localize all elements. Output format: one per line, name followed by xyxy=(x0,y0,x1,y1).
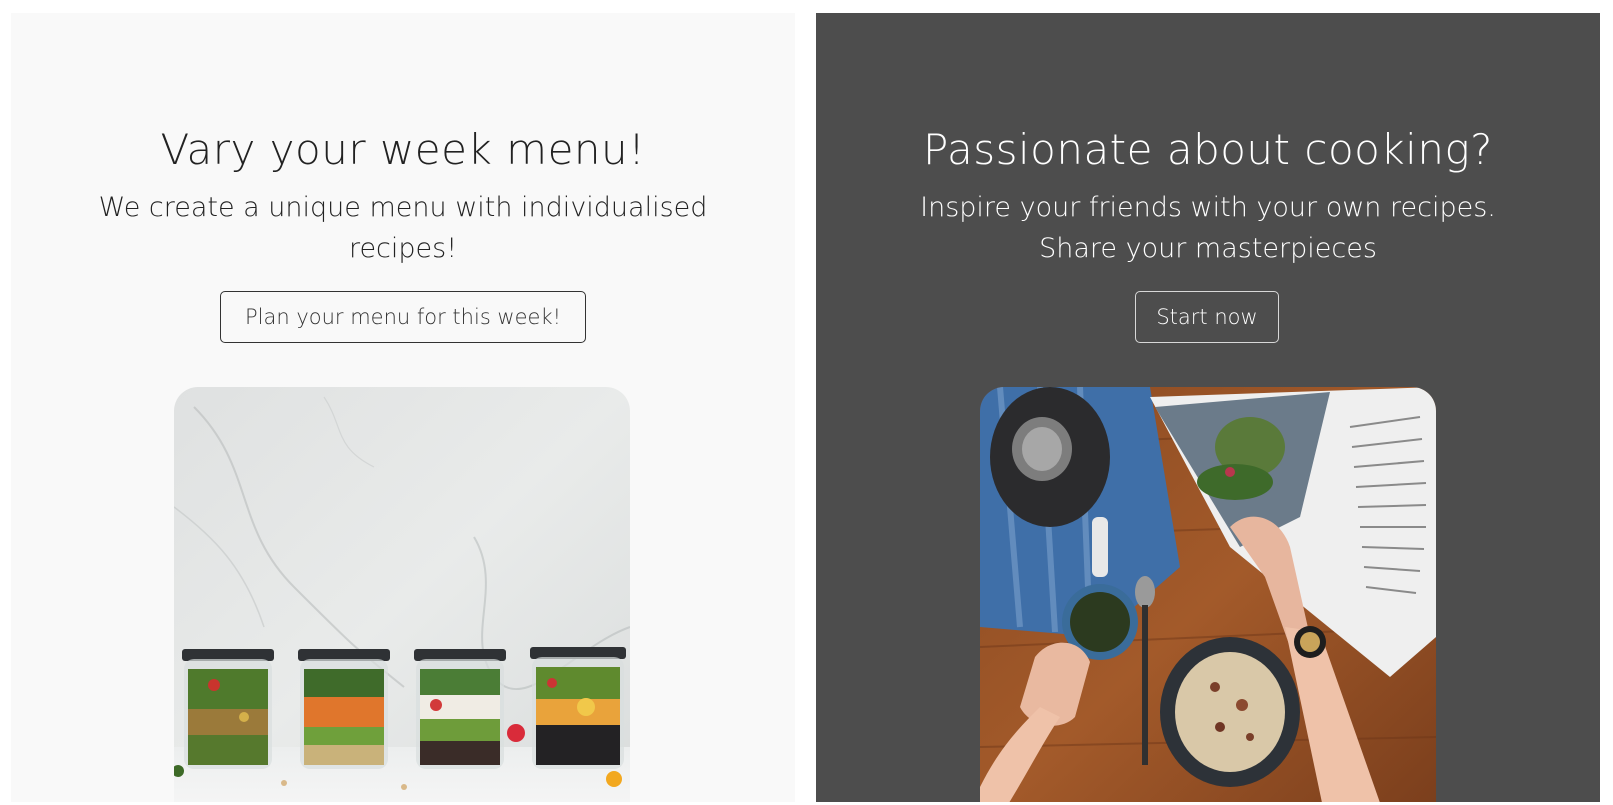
meal-prep-jars-image xyxy=(174,387,630,802)
cooking-promo-subtitle-line2: Share your masterpieces xyxy=(1039,233,1377,264)
start-now-button[interactable]: Start now xyxy=(1135,291,1279,343)
plan-menu-button[interactable]: Plan your menu for this week! xyxy=(220,291,586,343)
cooking-promo-card: Passionate about cooking? Inspire your f… xyxy=(816,13,1600,802)
cooking-table-image xyxy=(980,387,1436,802)
cooking-promo-title: Passionate about cooking? xyxy=(923,125,1493,174)
cooking-promo-subtitle: Inspire your friends with your own recip… xyxy=(876,187,1540,269)
menu-promo-title: Vary your week menu! xyxy=(160,125,646,174)
cooking-promo-subtitle-line1: Inspire your friends with your own recip… xyxy=(920,192,1496,223)
menu-promo-card: Vary your week menu! We create a unique … xyxy=(11,13,795,802)
menu-promo-subtitle: We create a unique menu with individuali… xyxy=(98,192,708,264)
